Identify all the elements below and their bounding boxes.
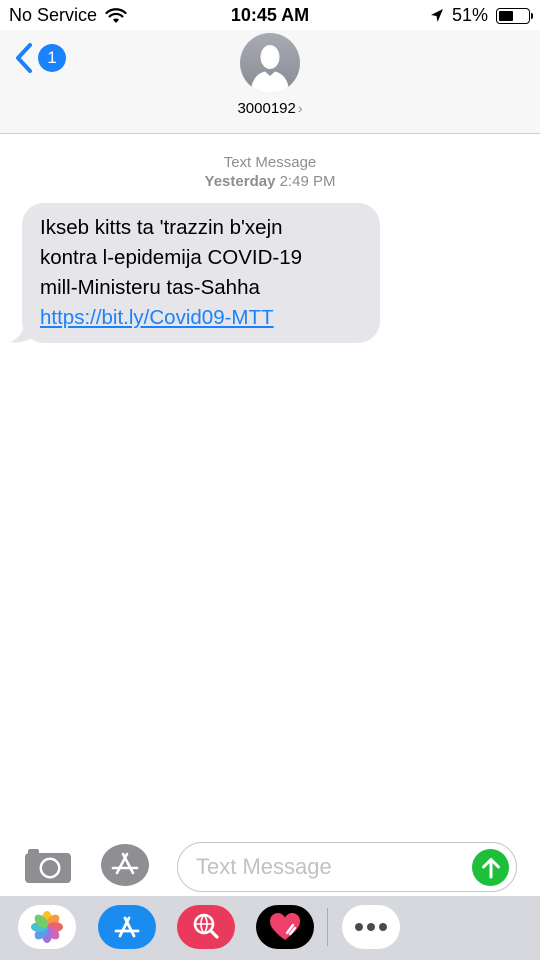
app-store-button[interactable] (101, 843, 153, 887)
photos-app-button[interactable] (18, 905, 76, 949)
message-date: Yesterday 2:49 PM (0, 172, 540, 191)
send-arrow-icon (481, 857, 500, 878)
app-store-app-button[interactable] (98, 905, 156, 949)
status-bar: No Service 10:45 AM 51% (0, 0, 540, 30)
message-input[interactable] (196, 843, 466, 891)
digital-touch-app-button[interactable] (256, 905, 314, 949)
incoming-message-bubble[interactable]: Ikseb kitts ta 'trazzin b'xejn kontra l-… (22, 203, 380, 343)
contact-avatar[interactable] (240, 33, 300, 93)
message-composer (0, 836, 540, 896)
battery-icon (496, 7, 533, 24)
photos-app-icon (31, 911, 63, 943)
message-time: 2:49 PM (279, 173, 336, 190)
unread-count-badge: 1 (38, 44, 66, 72)
conversation-header: 1 3000192 › (0, 30, 540, 134)
battery-fill (499, 10, 514, 21)
app-drawer (0, 896, 540, 960)
send-button[interactable] (472, 849, 509, 886)
web-search-app-icon (193, 913, 219, 939)
drawer-divider (327, 908, 328, 946)
camera-icon (25, 849, 71, 883)
more-apps-icon (355, 923, 387, 931)
message-line: Ikseb kitts ta 'trazzin b'xejn (40, 216, 283, 239)
back-chevron-icon (16, 43, 32, 73)
contact-name: 3000192 (237, 100, 296, 117)
chevron-right-icon: › (297, 100, 303, 116)
message-timestamp: Text Message Yesterday 2:49 PM (0, 153, 540, 191)
location-arrow-icon (430, 8, 443, 22)
app-store-app-icon (114, 916, 140, 938)
status-right: 51% (430, 5, 533, 26)
web-search-app-button[interactable] (177, 905, 235, 949)
message-link[interactable]: https://bit.ly/Covid09-MTT (40, 303, 362, 333)
message-line: mill-Ministeru tas-Sahha (40, 276, 260, 299)
more-apps-button[interactable] (342, 905, 400, 949)
avatar-silhouette-icon (251, 45, 289, 93)
message-text: Ikseb kitts ta 'trazzin b'xejn kontra l-… (40, 213, 362, 333)
back-button[interactable]: 1 (14, 42, 66, 74)
service-label: Text Message (223, 154, 317, 171)
app-store-icon (101, 844, 153, 886)
digital-touch-app-icon (270, 913, 300, 940)
contact-name-button[interactable]: 3000192 › (0, 100, 540, 117)
message-input-field[interactable] (177, 842, 517, 892)
message-line: kontra l-epidemija COVID-19 (40, 246, 303, 269)
battery-percent: 51% (451, 5, 488, 25)
camera-button[interactable] (24, 846, 72, 884)
message-day: Yesterday (204, 173, 276, 190)
